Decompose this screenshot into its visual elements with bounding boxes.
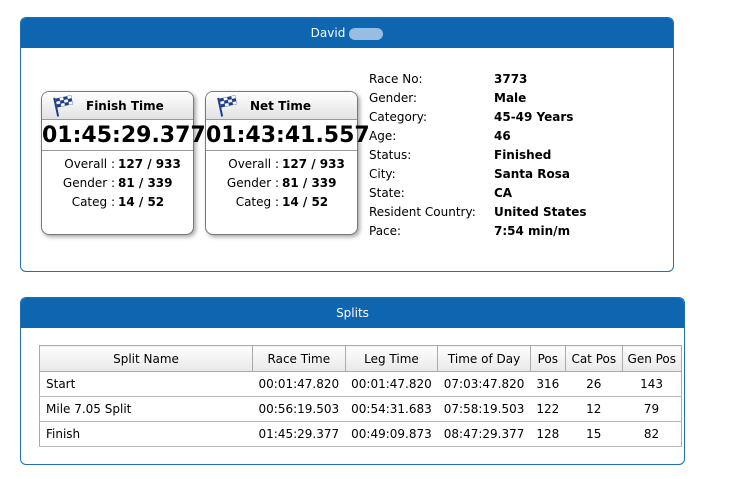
info-row-category: Category: 45-49 Years [369, 108, 587, 127]
finish-categ-row: Categ :14 / 52 [42, 193, 193, 212]
info-row-city: City: Santa Rosa [369, 165, 587, 184]
table-row: Start 00:01:47.820 00:01:47.820 07:03:47… [39, 371, 682, 397]
info-key: State: [369, 186, 405, 200]
info-row-pace: Pace: 7:54 min/m [369, 222, 587, 241]
net-gender-row: Gender :81 / 339 [206, 174, 357, 193]
info-row-state: State: CA [369, 184, 587, 203]
pos-cell: 128 [530, 421, 566, 447]
info-value: 7:54 min/m [494, 224, 571, 238]
col-split-name[interactable]: Split Name [39, 345, 253, 372]
split-name-cell: Start [39, 371, 253, 397]
net-time-card-header: Net Time [206, 92, 357, 120]
col-leg-time[interactable]: Leg Time [344, 345, 439, 372]
net-time-stats: Overall :127 / 933 Gender :81 / 339 Cate… [206, 151, 357, 212]
race-time-cell: 00:56:19.503 [252, 396, 346, 422]
info-value: Santa Rosa [494, 167, 571, 181]
finish-categ-value: 14 / 52 [118, 195, 165, 209]
info-value: CA [494, 186, 513, 200]
finish-time-title: Finish Time [86, 99, 164, 113]
info-row-age: Age: 46 [369, 127, 587, 146]
finish-overall-label: Overall : [64, 157, 115, 171]
cat-pos-cell: 15 [565, 421, 623, 447]
info-key: Category: [369, 110, 427, 124]
info-key: Resident Country: [369, 205, 476, 219]
splits-table: Split Name Race Time Leg Time Time of Da… [39, 345, 682, 447]
finish-time-card: Finish Time 01:45:29.377 Overall :127 / … [41, 91, 206, 235]
net-time-card: Net Time 01:43:41.557 Overall :127 / 933… [205, 91, 370, 235]
splits-header: Splits [21, 298, 684, 328]
col-pos[interactable]: Pos [529, 345, 566, 372]
net-categ-value: 14 / 52 [282, 195, 329, 209]
pos-cell: 122 [530, 396, 566, 422]
redacted-surname [349, 27, 384, 40]
info-value: Finished [494, 148, 552, 162]
info-key: Age: [369, 129, 397, 143]
checkered-flag-icon [217, 95, 238, 117]
col-race-time[interactable]: Race Time [252, 345, 346, 372]
net-categ-label: Categ : [235, 195, 279, 209]
info-row-status: Status: Finished [369, 146, 587, 165]
net-overall-row: Overall :127 / 933 [206, 155, 357, 174]
info-key: Status: [369, 148, 412, 162]
info-value: 46 [494, 129, 511, 143]
col-cat-pos[interactable]: Cat Pos [564, 345, 623, 372]
info-key: City: [369, 167, 396, 181]
net-overall-value: 127 / 933 [282, 157, 345, 171]
net-categ-row: Categ :14 / 52 [206, 193, 357, 212]
checkered-flag-icon [53, 95, 74, 117]
split-name-cell: Finish [39, 421, 253, 447]
finish-overall-value: 127 / 933 [118, 157, 181, 171]
table-row: Finish 01:45:29.377 00:49:09.873 08:47:2… [39, 421, 682, 447]
col-gen-pos[interactable]: Gen Pos [621, 345, 682, 372]
leg-time-cell: 00:49:09.873 [345, 421, 438, 447]
info-row-race-no: Race No: 3773 [369, 70, 587, 89]
info-value: United States [494, 205, 587, 219]
net-time-value: 01:43:41.557 [206, 120, 370, 151]
pos-cell: 316 [530, 371, 566, 397]
race-time-cell: 01:45:29.377 [252, 421, 346, 447]
info-value: Male [494, 91, 527, 105]
net-overall-label: Overall : [228, 157, 279, 171]
info-key: Pace: [369, 224, 402, 238]
gen-pos-cell: 79 [622, 396, 682, 422]
info-row-country: Resident Country: United States [369, 203, 587, 222]
gen-pos-cell: 143 [622, 371, 682, 397]
info-value: 45-49 Years [494, 110, 574, 124]
runner-name: David [310, 26, 346, 40]
leg-time-cell: 00:01:47.820 [345, 371, 438, 397]
finish-time-card-header: Finish Time [42, 92, 193, 120]
cat-pos-cell: 12 [565, 396, 623, 422]
info-key: Race No: [369, 72, 423, 86]
net-gender-label: Gender : [226, 176, 279, 190]
table-row: Mile 7.05 Split 00:56:19.503 00:54:31.68… [39, 396, 682, 422]
finish-time-stats: Overall :127 / 933 Gender :81 / 339 Cate… [42, 151, 193, 212]
leg-time-cell: 00:54:31.683 [345, 396, 438, 422]
net-gender-value: 81 / 339 [282, 176, 337, 190]
finish-gender-value: 81 / 339 [118, 176, 173, 190]
cat-pos-cell: 26 [565, 371, 623, 397]
finish-gender-row: Gender :81 / 339 [42, 174, 193, 193]
col-time-of-day[interactable]: Time of Day [437, 345, 531, 372]
finish-time-value: 01:45:29.377 [42, 120, 206, 151]
runner-panel: David Finish Time 01:45:29.377 Overall:… [20, 17, 674, 272]
info-key: Gender: [369, 91, 418, 105]
finish-categ-label: Categ : [71, 195, 115, 209]
info-row-gender: Gender: Male [369, 89, 587, 108]
time-of-day-cell: 08:47:29.377 [437, 421, 531, 447]
splits-header-row: Split Name Race Time Leg Time Time of Da… [39, 345, 682, 372]
split-name-cell: Mile 7.05 Split [39, 396, 253, 422]
finish-overall-row: Overall :127 / 933 [42, 155, 193, 174]
net-time-title: Net Time [250, 99, 312, 113]
gen-pos-cell: 82 [622, 421, 682, 447]
finish-gender-label: Gender : [62, 176, 115, 190]
splits-panel: Splits Split Name Race Time Leg Time Tim… [20, 297, 685, 465]
time-of-day-cell: 07:03:47.820 [437, 371, 531, 397]
runner-info: Race No: 3773 Gender: Male Category: 45-49 … [369, 70, 587, 241]
runner-header: David [21, 18, 673, 48]
info-value: 3773 [494, 72, 528, 86]
race-time-cell: 00:01:47.820 [252, 371, 346, 397]
time-of-day-cell: 07:58:19.503 [437, 396, 531, 422]
